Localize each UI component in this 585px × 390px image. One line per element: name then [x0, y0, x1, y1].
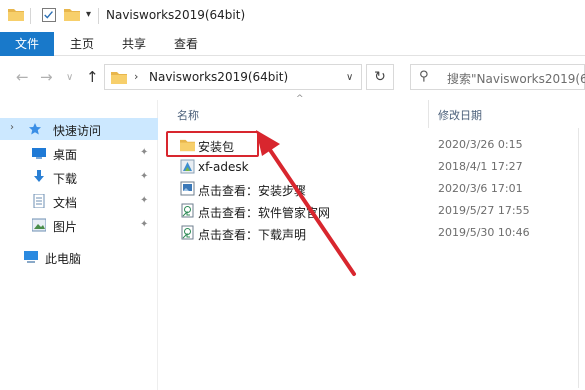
sort-ascending-icon: ^: [296, 94, 304, 104]
search-input[interactable]: ⚲ 搜索"Navisworks2019(64: [410, 64, 585, 90]
pin-icon[interactable]: ✦: [140, 195, 148, 206]
link-file-icon: [181, 225, 194, 240]
recent-locations-icon[interactable]: ∨: [66, 72, 73, 83]
sidebar-item-label: 图片: [53, 220, 78, 234]
table-row[interactable]: xf-adesk 2018/4/1 17:27: [169, 156, 585, 178]
window-title: Navisworks2019(64bit): [106, 8, 246, 22]
new-folder-icon[interactable]: [64, 7, 80, 21]
sidebar-item-label: 此电脑: [45, 252, 82, 266]
back-icon[interactable]: ←: [16, 68, 29, 86]
folder-icon: [111, 72, 127, 84]
tab-home[interactable]: 主页: [62, 32, 102, 56]
search-placeholder: 搜索"Navisworks2019(64: [447, 72, 585, 86]
sidebar-item-label: 下载: [53, 172, 78, 186]
title-bar: ▾ Navisworks2019(64bit): [0, 0, 585, 32]
pin-icon[interactable]: ✦: [140, 219, 148, 230]
toolbar-separator: [30, 8, 31, 24]
table-row[interactable]: 点击查看：下载声明 2019/5/30 10:46: [169, 222, 585, 244]
chevron-down-icon[interactable]: ›: [10, 122, 14, 133]
sidebar-item-label: 文档: [53, 196, 78, 210]
download-icon: [34, 170, 44, 182]
customize-toolbar-icon[interactable]: ▾: [86, 9, 91, 20]
column-header-name[interactable]: 名称: [177, 107, 199, 123]
file-date: 2019/5/27 17:55: [438, 204, 530, 217]
chevron-down-icon[interactable]: ∨: [346, 72, 353, 83]
desktop-icon: [32, 148, 46, 159]
scrollbar[interactable]: [577, 128, 585, 390]
table-row[interactable]: 点击查看：软件管家官网 2019/5/27 17:55: [169, 200, 585, 222]
annotation-arrow-icon: [256, 130, 356, 276]
star-icon: [29, 123, 41, 135]
search-icon: ⚲: [419, 69, 429, 84]
navigation-pane: 快速访问 › 桌面 ✦ 下载 ✦ 文档 ✦ 图片 ✦ 此电脑: [0, 100, 158, 390]
toolbar-separator: [98, 8, 99, 24]
computer-icon: [24, 251, 38, 263]
sidebar-item-label: 快速访问: [53, 124, 102, 138]
annotation-highlight-box: [166, 131, 259, 157]
tab-view[interactable]: 查看: [166, 32, 206, 56]
link-file-icon: [181, 203, 194, 218]
properties-icon[interactable]: [42, 8, 56, 22]
sidebar-item-documents[interactable]: 文档 ✦: [0, 190, 158, 212]
table-row[interactable]: 点击查看：安装步骤 2020/3/6 17:01: [169, 178, 585, 200]
file-name[interactable]: xf-adesk: [198, 160, 249, 174]
sidebar-item-desktop[interactable]: 桌面 ✦: [0, 142, 158, 164]
sidebar-item-label: 桌面: [53, 148, 78, 162]
refresh-icon[interactable]: ↻: [366, 64, 394, 90]
image-file-icon: [180, 181, 195, 196]
address-path[interactable]: Navisworks2019(64bit): [149, 70, 288, 84]
picture-icon: [32, 218, 46, 232]
pin-icon[interactable]: ✦: [140, 147, 148, 158]
file-date: 2019/5/30 10:46: [438, 226, 530, 239]
sidebar-item-quick-access[interactable]: 快速访问: [0, 118, 158, 140]
file-date: 2020/3/26 0:15: [438, 138, 523, 151]
document-icon: [33, 194, 45, 208]
column-divider[interactable]: [428, 100, 429, 128]
pin-icon[interactable]: ✦: [140, 171, 148, 182]
sidebar-item-pictures[interactable]: 图片 ✦: [0, 214, 158, 236]
address-bar[interactable]: › Navisworks2019(64bit): [104, 64, 362, 90]
forward-icon[interactable]: →: [40, 68, 53, 86]
file-date: 2018/4/1 17:27: [438, 160, 523, 173]
up-icon[interactable]: ↑: [86, 68, 99, 86]
tab-share[interactable]: 共享: [114, 32, 154, 56]
chevron-right-icon[interactable]: ›: [134, 70, 138, 83]
file-date: 2020/3/6 17:01: [438, 182, 523, 195]
folder-icon[interactable]: [8, 7, 24, 21]
app-icon: [180, 159, 195, 174]
ribbon-tabs: 文件 主页 共享 查看: [0, 32, 585, 56]
sidebar-item-downloads[interactable]: 下载 ✦: [0, 166, 158, 188]
sidebar-item-this-pc[interactable]: 此电脑: [0, 246, 158, 268]
tab-file[interactable]: 文件: [0, 32, 54, 56]
column-header-modified[interactable]: 修改日期: [438, 107, 482, 123]
